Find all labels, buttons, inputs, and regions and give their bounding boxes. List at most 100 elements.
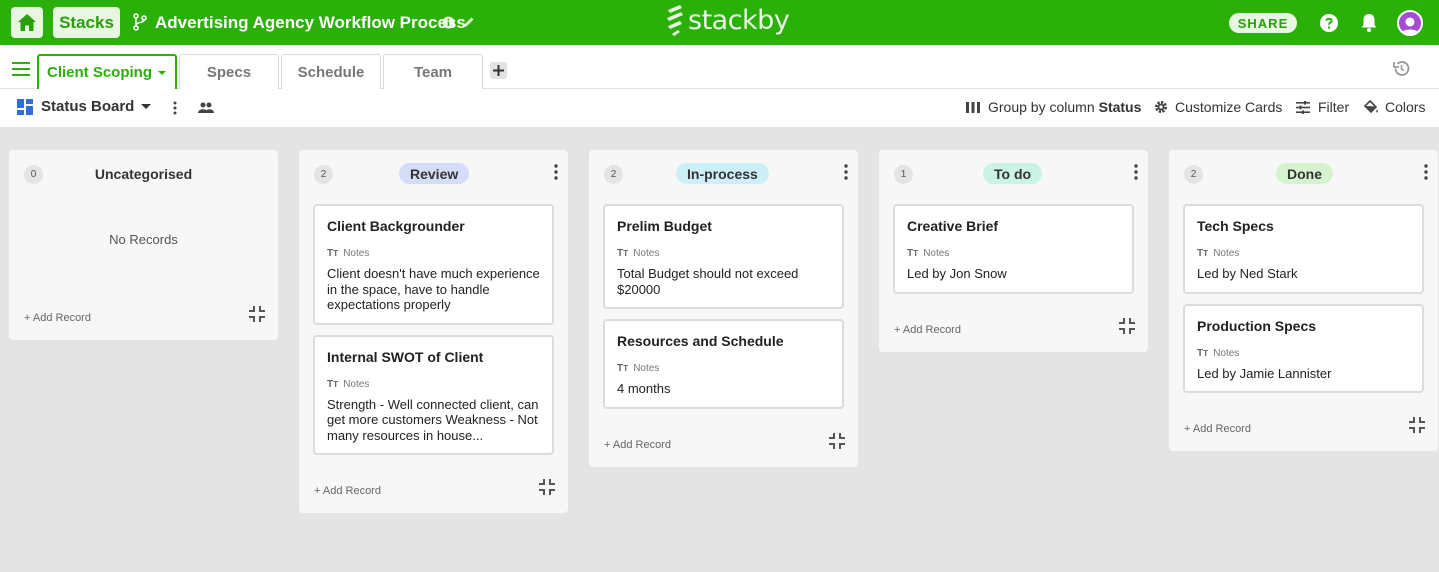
stackby-logo: stackby (664, 4, 790, 36)
record-count-badge: 2 (314, 165, 333, 184)
collapse-icon[interactable] (538, 478, 556, 496)
column-header: 2 In-process (589, 150, 858, 198)
card-title: Resources and Schedule (617, 333, 784, 349)
group-by-field: Status (1098, 99, 1142, 115)
collapse-icon[interactable] (1118, 317, 1136, 335)
record-card[interactable]: Internal SWOT of Client TT Notes Strength… (313, 334, 554, 455)
history-icon[interactable] (1392, 59, 1411, 78)
more-options-icon[interactable] (1134, 164, 1138, 180)
card-title: Client Backgrounder (327, 218, 465, 234)
plus-icon (493, 65, 504, 76)
record-card[interactable]: Client Backgrounder TT Notes Client doesn… (313, 204, 554, 325)
card-notes: Led by Jon Snow (907, 266, 1007, 281)
board-column-uncategorised: 0 Uncategorised No Records + Add Record (9, 150, 278, 340)
filter-label: Filter (1318, 99, 1350, 115)
tab-schedule[interactable]: Schedule (281, 54, 381, 89)
info-icon[interactable] (442, 16, 455, 29)
more-options-icon[interactable] (554, 164, 558, 180)
view-switcher[interactable]: Status Board (17, 98, 152, 115)
card-title: Prelim Budget (617, 218, 712, 234)
add-record-button[interactable]: + Add Record (24, 312, 91, 324)
user-avatar[interactable] (1397, 10, 1423, 36)
colors-label: Colors (1385, 99, 1426, 115)
field-label: TT Notes (327, 248, 540, 259)
notification-bell-icon[interactable] (1359, 12, 1379, 33)
card-title: Production Specs (1197, 317, 1317, 334)
column-footer: + Add Record (879, 304, 1148, 352)
card-notes: Strength - Well connected client, can ge… (327, 396, 539, 443)
chevron-down-icon (141, 103, 152, 109)
record-card[interactable]: Creative Brief TT Notes Led by Jon Snow (893, 204, 1134, 294)
pencil-icon[interactable] (462, 15, 476, 29)
card-notes: 4 months (617, 381, 671, 396)
card-notes: Led by Ned Stark (1197, 266, 1298, 281)
collaborators-icon[interactable] (198, 102, 214, 113)
add-record-button[interactable]: + Add Record (894, 324, 961, 336)
tab-client-scoping[interactable]: Client Scoping (37, 54, 177, 89)
text-field-icon: TT (617, 248, 629, 259)
home-button[interactable] (11, 7, 43, 38)
gear-icon (1155, 101, 1167, 113)
collapse-icon[interactable] (1408, 416, 1426, 434)
paint-bucket-icon (1364, 100, 1378, 114)
record-card[interactable]: Production Specs TT Notes Led by Jamie La… (1183, 303, 1424, 393)
customize-cards-button[interactable]: Customize Cards (1154, 99, 1282, 115)
status-badge-to-do: To do (983, 163, 1043, 184)
text-field-icon: TT (1197, 248, 1209, 259)
board-column-review: 2 Review Client Backgrounder TT Notes Cli… (299, 150, 568, 513)
help-icon[interactable] (1319, 13, 1339, 33)
add-tab-button[interactable] (490, 62, 507, 79)
top-bar: Stacks Advertising Agency Workflow Proce… (0, 0, 1439, 45)
user-icon (1401, 17, 1419, 34)
record-count-badge: 2 (604, 165, 623, 184)
column-footer: + Add Record (1169, 403, 1438, 451)
view-name: Status Board (41, 98, 135, 115)
field-label-text: Notes (1213, 347, 1240, 359)
collapse-icon[interactable] (828, 432, 846, 450)
filter-button[interactable]: Filter (1296, 99, 1349, 115)
field-label: TT Notes (1197, 248, 1410, 259)
field-label: TT Notes (1197, 348, 1410, 359)
field-label-text: Notes (343, 248, 370, 259)
card-title: Creative Brief (907, 218, 999, 234)
column-footer: + Add Record (9, 292, 278, 340)
card-notes: Client doesn't have much experience in t… (327, 266, 540, 312)
home-icon (18, 14, 36, 31)
workflow-icon (133, 13, 147, 31)
record-card[interactable]: Resources and Schedule TT Notes 4 months (603, 319, 844, 409)
more-options-icon[interactable] (173, 101, 177, 115)
more-options-icon[interactable] (1424, 164, 1428, 180)
field-label-text: Notes (923, 248, 950, 259)
colors-button[interactable]: Colors (1364, 99, 1425, 115)
board-column-in-process: 2 In-process Prelim Budget TT Notes Total… (589, 150, 858, 467)
more-options-icon[interactable] (844, 164, 848, 180)
record-card[interactable]: Tech Specs TT Notes Led by Ned Stark (1183, 204, 1424, 294)
columns-icon (966, 101, 980, 113)
field-label: TT Notes (907, 248, 1120, 259)
field-label-text: Notes (1213, 248, 1240, 259)
record-card[interactable]: Prelim Budget TT Notes Total Budget shoul… (603, 204, 844, 309)
column-header: 1 To do (879, 150, 1148, 198)
hamburger-menu-icon[interactable] (12, 62, 30, 76)
group-by-button[interactable]: Group by column Status (966, 99, 1141, 115)
add-record-button[interactable]: + Add Record (314, 485, 381, 497)
status-badge-review: Review (399, 163, 470, 184)
tab-team[interactable]: Team (383, 54, 483, 89)
stacks-button[interactable]: Stacks (53, 7, 120, 38)
column-header: 2 Done (1169, 150, 1438, 198)
card-title: Internal SWOT of Client (327, 348, 484, 365)
column-footer: + Add Record (589, 419, 858, 467)
stack-title[interactable]: Advertising Agency Workflow Process (155, 13, 466, 33)
collapse-icon[interactable] (248, 305, 266, 323)
no-records-message: No Records (109, 232, 178, 247)
column-header: 0 Uncategorised (9, 150, 278, 198)
add-record-button[interactable]: + Add Record (604, 439, 671, 451)
view-toolbar: Status Board Group by column Status Cust… (0, 89, 1439, 127)
stackby-logo-icon (667, 5, 683, 36)
share-button[interactable]: SHARE (1229, 13, 1297, 33)
text-field-icon: TT (617, 363, 629, 374)
tab-specs[interactable]: Specs (179, 54, 279, 89)
group-by-prefix: Group by column (988, 99, 1095, 115)
tab-label: Specs (206, 63, 252, 81)
add-record-button[interactable]: + Add Record (1184, 423, 1251, 435)
